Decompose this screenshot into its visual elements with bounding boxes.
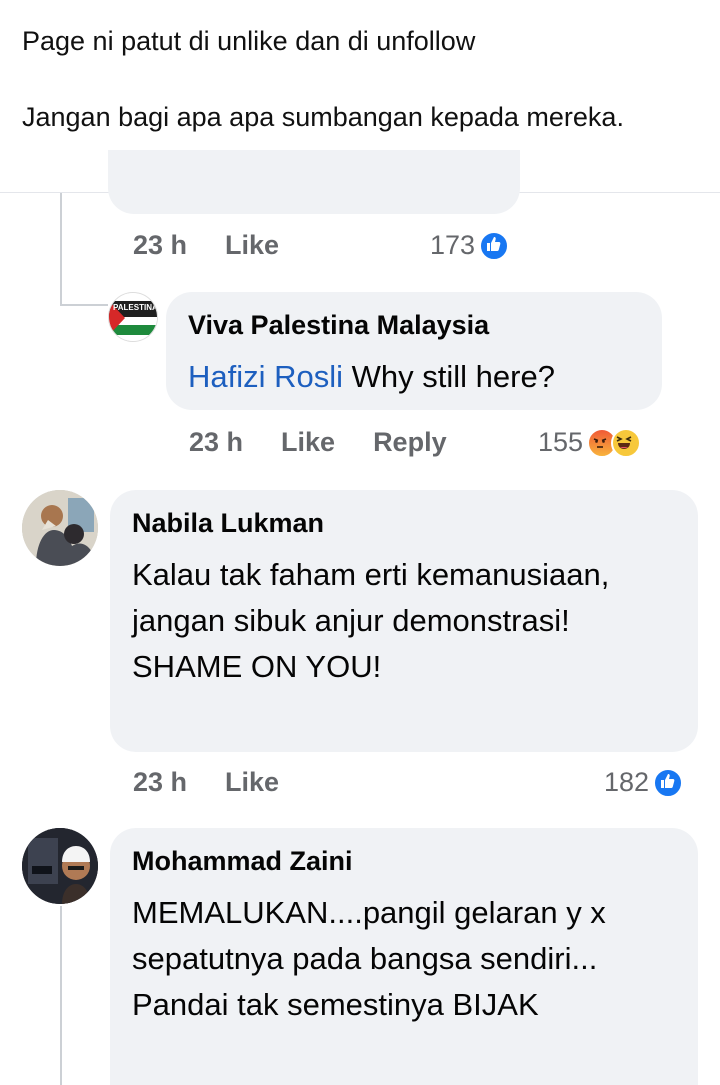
comment-bubble-partial <box>108 150 520 214</box>
like-link[interactable]: Like <box>281 427 335 458</box>
like-icon <box>653 767 684 798</box>
haha-icon <box>611 427 642 458</box>
comment-author[interactable]: Mohammad Zaini <box>132 846 353 877</box>
post-caption: Page ni patut di unlike dan di unfollow … <box>22 22 682 136</box>
mention-link[interactable]: Hafizi Rosli <box>188 359 343 394</box>
comment-author[interactable]: Viva Palestina Malaysia <box>188 310 489 341</box>
caption-line-2: Jangan bagi apa apa sumbangan kepada mer… <box>22 102 624 132</box>
comment-time[interactable]: 23 h <box>133 767 187 798</box>
reaction-count-value: 155 <box>538 427 584 457</box>
comment-actions: 23 h Like <box>133 230 279 261</box>
avatar-nabila-lukman[interactable] <box>22 490 98 566</box>
comment-body: Why still here? <box>343 359 555 394</box>
reply-link[interactable]: Reply <box>373 427 447 458</box>
avatar-mohammad-zaini[interactable] <box>22 828 98 904</box>
avatar-viva-palestina[interactable]: PALESTINA <box>108 292 158 342</box>
reaction-count[interactable]: 182 <box>604 767 684 798</box>
thread-line <box>60 906 62 1085</box>
comment-text: Hafizi Rosli Why still here? <box>188 354 555 400</box>
reaction-count[interactable]: 173 <box>430 230 510 261</box>
avatar-logo-text: PALESTINA <box>113 303 158 312</box>
reaction-count[interactable]: 155 <box>538 427 642 458</box>
like-link[interactable]: Like <box>225 767 279 798</box>
comment-time[interactable]: 23 h <box>189 427 243 458</box>
comment-actions: 23 h Like <box>133 767 279 798</box>
reaction-count-value: 182 <box>604 767 650 797</box>
like-link[interactable]: Like <box>225 230 279 261</box>
comment-text: Kalau tak faham erti kemanusiaan, jangan… <box>132 557 610 684</box>
comment-actions: 23 h Like Reply <box>189 427 447 458</box>
reaction-count-value: 173 <box>430 230 476 260</box>
comment-time[interactable]: 23 h <box>133 230 187 261</box>
caption-line-1: Page ni patut di unlike dan di unfollow <box>22 26 476 56</box>
thread-line <box>60 304 108 306</box>
comment-text: MEMALUKAN....pangil gelaran y x sepatutn… <box>132 895 606 1022</box>
like-icon <box>479 230 510 261</box>
thread-line <box>60 193 62 306</box>
comment-author[interactable]: Nabila Lukman <box>132 508 324 539</box>
